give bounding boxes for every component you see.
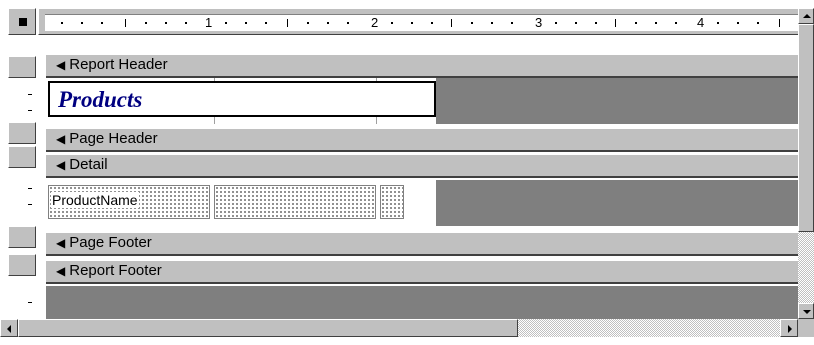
report-footer-bar[interactable]: ◀ Report Footer xyxy=(46,260,798,284)
empty-textbox[interactable] xyxy=(214,185,376,219)
vertical-scrollbar[interactable] xyxy=(798,8,814,319)
page-header-text: Page Header xyxy=(69,130,158,147)
ruler-tick xyxy=(575,22,577,24)
ruler-tick xyxy=(287,19,288,27)
ruler-tick xyxy=(411,22,413,24)
ruler-mark xyxy=(28,94,32,95)
ruler-tick xyxy=(675,22,677,24)
page-footer-selector[interactable] xyxy=(8,226,36,248)
ruler-tick xyxy=(757,22,759,24)
ruler-scale: 1 2 3 4 xyxy=(45,14,798,31)
scroll-up-button[interactable] xyxy=(798,8,814,24)
ruler-tick xyxy=(717,22,719,24)
page-footer-bar[interactable]: ◀ Page Footer xyxy=(46,232,798,256)
ruler-tick xyxy=(307,22,309,24)
ruler-tick xyxy=(185,22,187,24)
report-footer-text: Report Footer xyxy=(69,262,162,279)
ruler-label-3: 3 xyxy=(535,15,543,30)
detail-label: ◀ Detail xyxy=(56,156,108,173)
product-name-textbox[interactable]: ProductName xyxy=(48,185,210,219)
page-footer-label: ◀ Page Footer xyxy=(56,234,152,251)
ruler-mark xyxy=(28,110,32,111)
ruler-tick xyxy=(431,22,433,24)
ruler-label-4: 4 xyxy=(697,15,705,30)
unused-area xyxy=(436,180,798,226)
ruler-tick xyxy=(491,22,493,24)
ruler-label-2: 2 xyxy=(371,15,379,30)
detail-selector[interactable] xyxy=(8,146,36,168)
ruler-tick xyxy=(737,22,739,24)
report-footer-body[interactable] xyxy=(46,286,798,319)
ruler-tick xyxy=(265,22,267,24)
detail-body[interactable]: ProductName xyxy=(46,180,798,226)
horizontal-ruler[interactable]: 1 2 3 4 xyxy=(38,8,798,35)
scroll-down-button[interactable] xyxy=(798,303,814,319)
report-footer-label: ◀ Report Footer xyxy=(56,262,162,279)
report-header-label: ◀ Report Header xyxy=(56,56,168,73)
title-label: Products xyxy=(58,87,143,112)
ruler-tick xyxy=(635,22,637,24)
horizontal-scroll-thumb[interactable] xyxy=(18,319,518,337)
scroll-right-arrow-icon xyxy=(788,325,792,333)
scroll-left-arrow-icon xyxy=(7,325,11,333)
vertical-ruler xyxy=(8,38,36,319)
section-expand-arrow-icon: ◀ xyxy=(56,58,66,72)
ruler-tick xyxy=(165,22,167,24)
page-header-label: ◀ Page Header xyxy=(56,130,158,147)
report-design-area: 1 2 3 4 ◀ Report Header Products ◀ Page … xyxy=(8,8,798,319)
page-header-selector[interactable] xyxy=(8,122,36,144)
horizontal-scrollbar[interactable] xyxy=(0,319,798,337)
report-header-selector[interactable] xyxy=(8,56,36,78)
section-expand-arrow-icon: ◀ xyxy=(56,158,66,172)
ruler-mark xyxy=(28,204,32,205)
ruler-tick xyxy=(327,22,329,24)
size-grip xyxy=(798,319,814,337)
report-footer-selector[interactable] xyxy=(8,254,36,276)
report-design-window: 1 2 3 4 ◀ Report Header Products ◀ Page … xyxy=(0,0,814,345)
title-label-control[interactable]: Products xyxy=(48,81,436,117)
report-header-bar[interactable]: ◀ Report Header xyxy=(46,54,798,78)
ruler-tick xyxy=(655,22,657,24)
ruler-tick xyxy=(779,19,780,27)
scroll-left-button[interactable] xyxy=(0,319,18,337)
ruler-tick xyxy=(225,22,227,24)
ruler-tick xyxy=(101,22,103,24)
ruler-band xyxy=(16,78,36,120)
report-selector-box[interactable] xyxy=(8,8,36,35)
section-expand-arrow-icon: ◀ xyxy=(56,132,66,146)
report-selector-square xyxy=(19,18,27,26)
scroll-up-arrow-icon xyxy=(803,14,811,18)
product-name-field: ProductName xyxy=(51,192,139,208)
ruler-tick xyxy=(125,19,126,27)
ruler-tick xyxy=(451,19,452,27)
section-expand-arrow-icon: ◀ xyxy=(56,264,66,278)
ruler-mark xyxy=(28,188,32,189)
ruler-tick xyxy=(511,22,513,24)
ruler-mark xyxy=(28,302,32,303)
ruler-tick xyxy=(555,22,557,24)
detail-bar[interactable]: ◀ Detail xyxy=(46,154,798,178)
report-header-body[interactable]: Products xyxy=(46,78,798,124)
ruler-tick xyxy=(347,22,349,24)
ruler-tick xyxy=(595,22,597,24)
scroll-down-arrow-icon xyxy=(803,310,811,314)
ruler-tick xyxy=(81,22,83,24)
scroll-right-button[interactable] xyxy=(780,319,798,337)
ruler-tick xyxy=(391,22,393,24)
ruler-tick xyxy=(471,22,473,24)
unused-area xyxy=(436,78,798,124)
ruler-tick xyxy=(615,19,616,27)
page-footer-text: Page Footer xyxy=(69,234,152,251)
detail-text: Detail xyxy=(69,156,108,173)
ruler-tick xyxy=(245,22,247,24)
section-expand-arrow-icon: ◀ xyxy=(56,236,66,250)
ruler-tick xyxy=(61,22,63,24)
page-header-bar[interactable]: ◀ Page Header xyxy=(46,128,798,152)
vertical-scroll-thumb[interactable] xyxy=(798,24,814,232)
empty-textbox-small[interactable] xyxy=(380,185,404,219)
unused-area xyxy=(46,286,798,319)
report-header-text: Report Header xyxy=(69,56,168,73)
ruler-tick xyxy=(145,22,147,24)
ruler-label-1: 1 xyxy=(205,15,213,30)
